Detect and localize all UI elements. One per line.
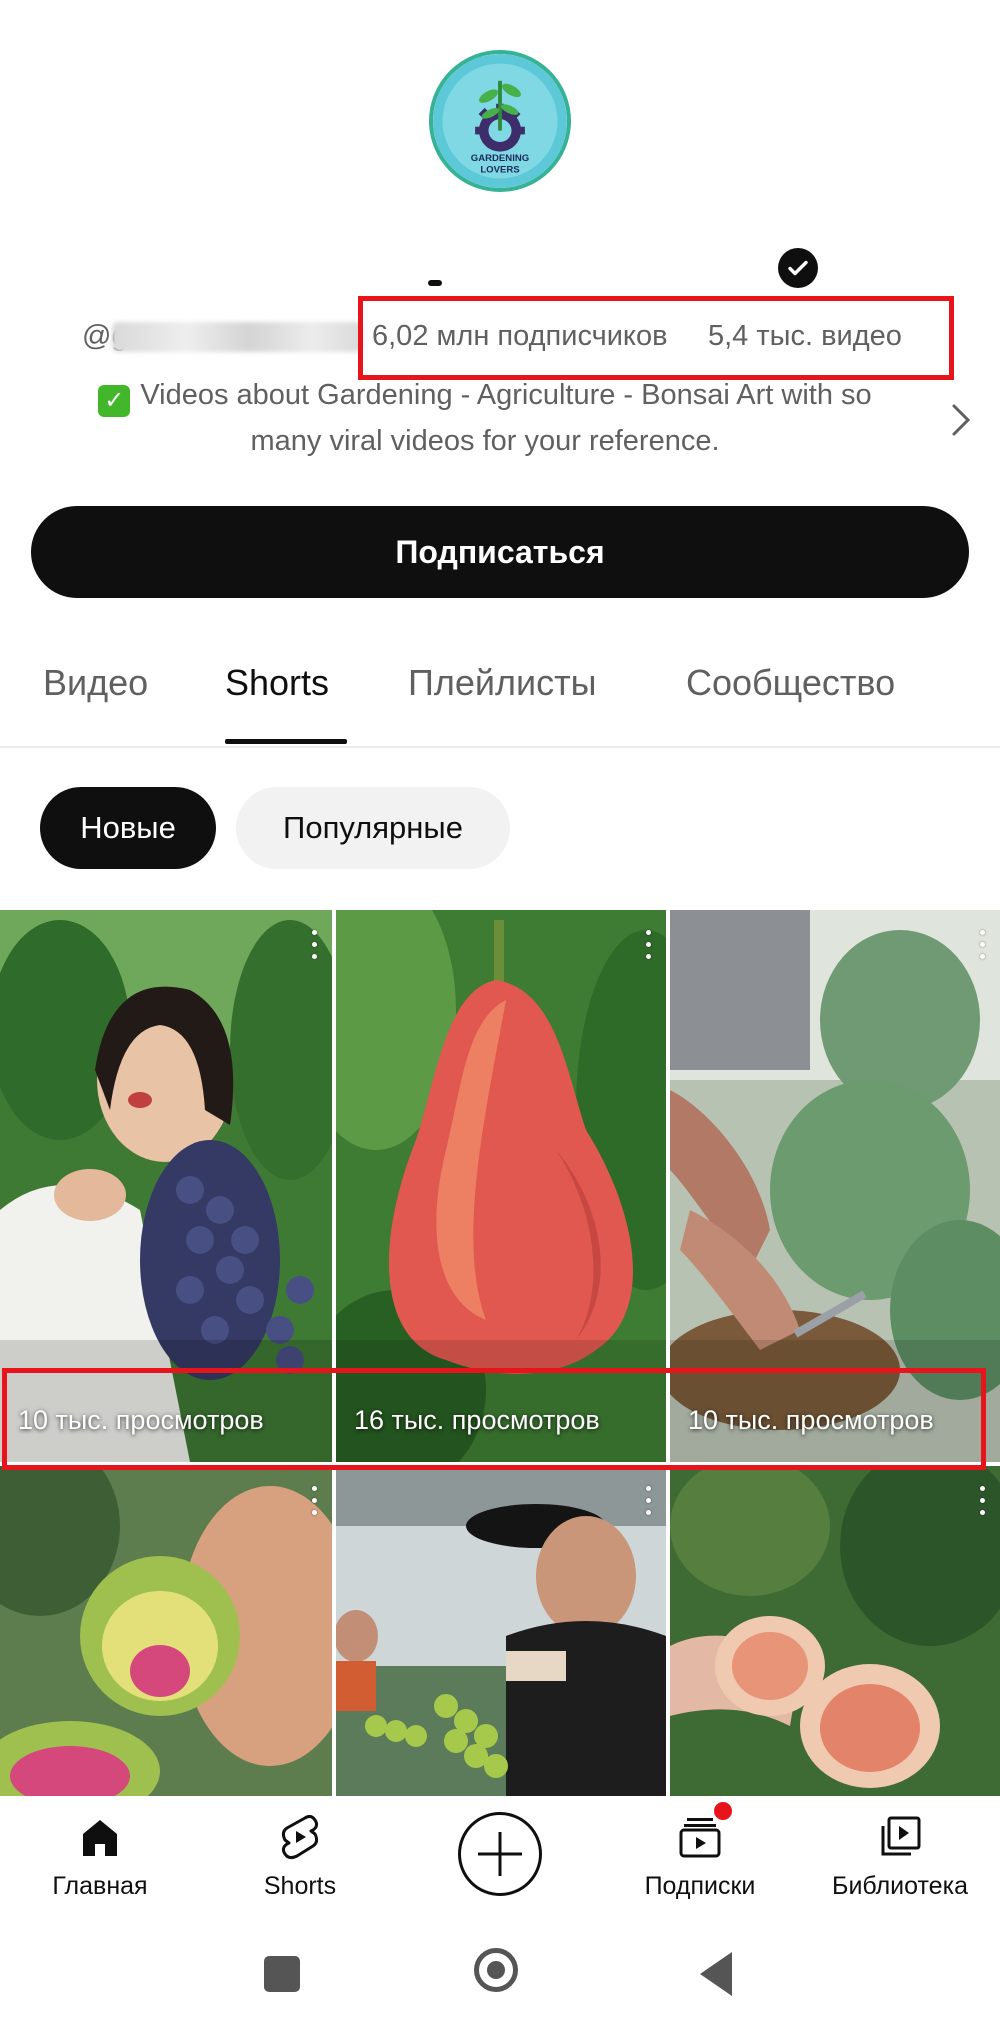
tab-community[interactable]: Сообщество [686,662,895,704]
prickly-pear-fruit-image [0,1466,332,1796]
tabs-divider [0,746,1000,748]
library-icon [881,1816,921,1856]
subscribe-button[interactable]: Подписаться [31,506,969,598]
short-thumbnail[interactable] [670,1466,1000,1796]
tab-videos[interactable]: Видео [43,662,148,704]
chevron-right-icon[interactable] [944,400,978,440]
verified-check-icon [778,248,818,288]
check-mark-emoji-icon: ✓ [98,385,131,417]
notification-dot [712,1800,734,1822]
more-vert-icon[interactable] [642,930,654,964]
channel-name-fragment [428,280,442,286]
handle-redaction [112,322,362,352]
short-thumbnail[interactable] [0,1466,332,1796]
more-vert-icon[interactable] [308,930,320,964]
system-navigation-bar [0,1916,1000,2033]
chip-new[interactable]: Новые [40,787,216,869]
active-tab-indicator [225,739,347,744]
bottom-navigation: Главная Shorts Подписки Библиотека [0,1796,1000,1916]
chip-popular[interactable]: Популярные [236,787,510,869]
woman-with-green-grapes-image [336,1466,666,1796]
shorts-icon [281,1814,319,1860]
svg-text:LOVERS: LOVERS [480,165,519,176]
short-thumbnail[interactable] [336,1466,666,1796]
svg-text:GARDENING: GARDENING [471,153,529,164]
views-highlight-box [2,1368,986,1470]
tab-playlists[interactable]: Плейлисты [408,662,597,704]
back-triangle-icon[interactable] [700,1952,732,1996]
more-vert-icon[interactable] [976,930,988,964]
create-icon[interactable] [458,1812,542,1896]
fig-fruit-image [670,1466,1000,1796]
home-icon [83,1820,117,1856]
home-circle-icon[interactable] [474,1948,518,1992]
stats-highlight-box [358,296,954,380]
tab-shorts[interactable]: Shorts [225,662,329,704]
channel-description[interactable]: ✓ Videos about Gardening - Agriculture - … [60,372,910,464]
gardening-logo: GARDENING LOVERS [433,54,567,188]
recents-square-icon[interactable] [264,1956,300,1992]
more-vert-icon[interactable] [642,1486,654,1520]
more-vert-icon[interactable] [976,1486,988,1520]
more-vert-icon[interactable] [308,1486,320,1520]
channel-avatar[interactable]: GARDENING LOVERS [429,50,571,192]
